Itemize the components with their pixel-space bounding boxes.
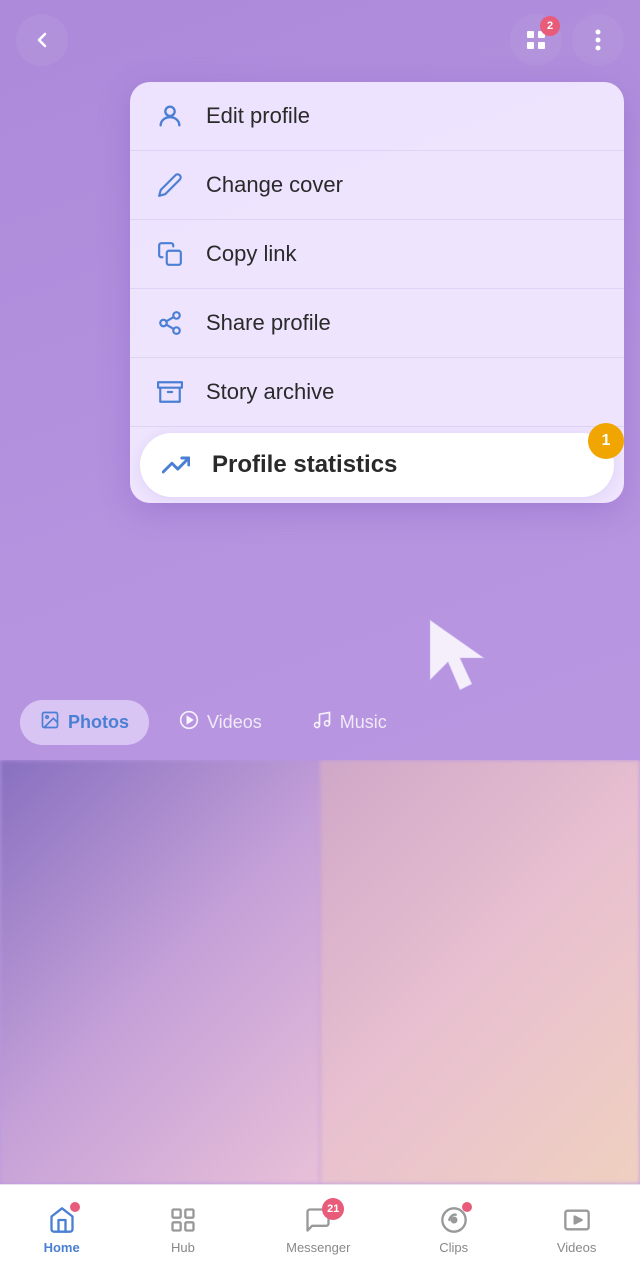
menu-label-share-profile: Share profile <box>206 310 331 336</box>
grid-button[interactable]: 2 <box>510 14 562 66</box>
menu-item-change-cover[interactable]: Change cover <box>130 151 624 220</box>
menu-label-edit-profile: Edit profile <box>206 103 310 129</box>
photo-cell-1 <box>0 760 320 1184</box>
tab-photos[interactable]: Photos <box>20 700 149 745</box>
nav-item-messenger[interactable]: 21 Messenger <box>286 1204 350 1255</box>
menu-label-profile-statistics: Profile statistics <box>212 451 397 479</box>
menu-item-copy-link[interactable]: Copy link <box>130 220 624 289</box>
bottom-nav: Home Hub 21 Messenger <box>0 1184 640 1274</box>
messenger-badge: 21 <box>322 1198 344 1220</box>
chart-icon <box>160 449 192 481</box>
nav-label-home: Home <box>44 1240 80 1255</box>
videos-icon <box>561 1204 593 1236</box>
nav-item-home[interactable]: Home <box>44 1204 80 1255</box>
top-right-controls: 2 <box>510 14 624 66</box>
menu-item-story-archive[interactable]: Story archive <box>130 358 624 427</box>
back-button[interactable] <box>16 14 68 66</box>
photos-icon <box>40 710 60 735</box>
tab-music[interactable]: Music <box>292 700 407 745</box>
person-icon <box>154 100 186 132</box>
nav-label-hub: Hub <box>171 1240 195 1255</box>
nav-item-clips[interactable]: Clips <box>438 1204 470 1255</box>
menu-item-profile-statistics[interactable]: Profile statistics 1 <box>140 433 614 497</box>
top-bar: 2 <box>0 0 640 80</box>
menu-item-share-profile[interactable]: Share profile <box>130 289 624 358</box>
nav-item-videos[interactable]: Videos <box>557 1204 597 1255</box>
music-tab-icon <box>312 710 332 735</box>
photo-grid <box>0 760 640 1184</box>
home-icon <box>46 1204 78 1236</box>
grid-badge: 2 <box>540 16 560 36</box>
menu-item-edit-profile[interactable]: Edit profile <box>130 82 624 151</box>
tab-videos[interactable]: Videos <box>159 700 282 745</box>
clips-dot <box>462 1202 472 1212</box>
nav-label-videos: Videos <box>557 1240 597 1255</box>
menu-label-story-archive: Story archive <box>206 379 334 405</box>
nav-item-hub[interactable]: Hub <box>167 1204 199 1255</box>
pencil-icon <box>154 169 186 201</box>
messenger-icon: 21 <box>302 1204 334 1236</box>
archive-icon <box>154 376 186 408</box>
share-icon <box>154 307 186 339</box>
hub-icon <box>167 1204 199 1236</box>
copy-icon <box>154 238 186 270</box>
home-dot <box>70 1202 80 1212</box>
dropdown-menu: Edit profile Change cover Copy link <box>130 82 624 503</box>
tab-videos-label: Videos <box>207 712 262 733</box>
videos-tab-icon <box>179 710 199 735</box>
profile-statistics-badge: 1 <box>588 423 624 459</box>
clips-icon <box>438 1204 470 1236</box>
menu-label-change-cover: Change cover <box>206 172 343 198</box>
nav-label-messenger: Messenger <box>286 1240 350 1255</box>
tab-photos-label: Photos <box>68 712 129 733</box>
photo-cell-2 <box>320 760 640 1184</box>
nav-label-clips: Clips <box>439 1240 468 1255</box>
tab-bar: Photos Videos Music <box>0 700 640 745</box>
menu-label-copy-link: Copy link <box>206 241 296 267</box>
tab-music-label: Music <box>340 712 387 733</box>
more-options-button[interactable] <box>572 14 624 66</box>
